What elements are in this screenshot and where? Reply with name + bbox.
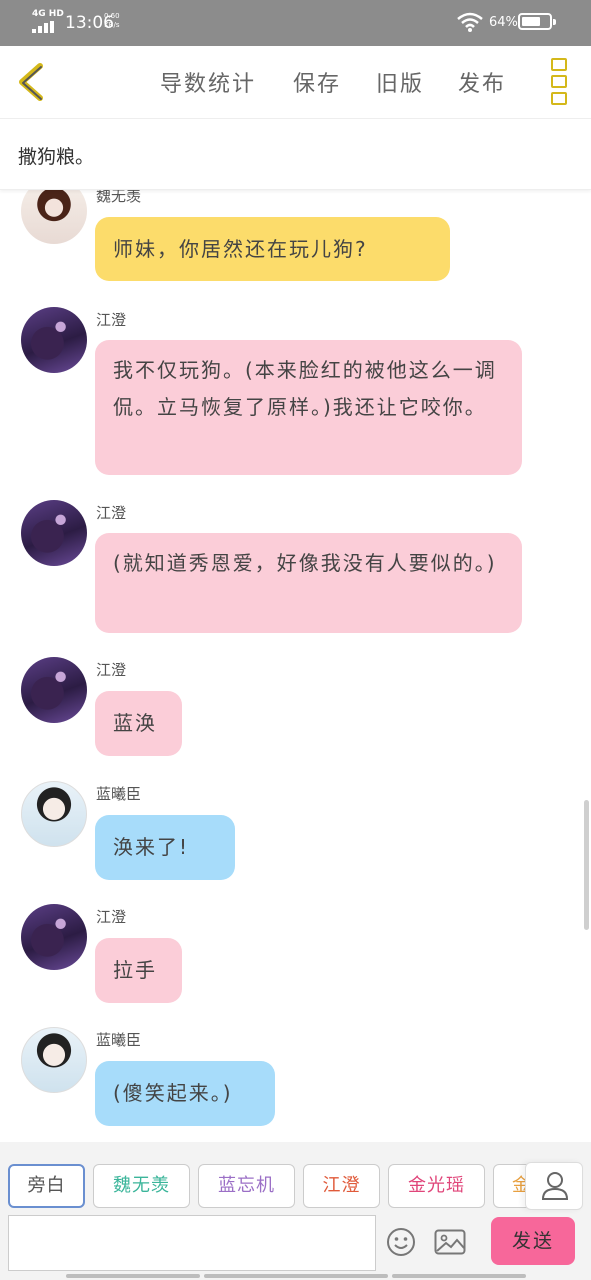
role-tab-label: 魏无羡: [113, 1175, 170, 1196]
back-icon[interactable]: [14, 62, 48, 102]
network-speed: 0.60 KB/s: [104, 12, 120, 30]
role-tab-lan-wangji[interactable]: 蓝忘机: [198, 1164, 295, 1208]
network-speed-unit: KB/s: [104, 21, 120, 29]
role-tab-label: 金光瑶: [408, 1175, 465, 1196]
chat-list[interactable]: 魏无羡 师妹，你居然还在玩儿狗? 江澄 我不仅玩狗。(本来脸红的被他这么一调侃。…: [0, 190, 591, 1142]
emoji-icon[interactable]: [386, 1227, 416, 1257]
gesture-bar: [66, 1274, 526, 1278]
send-button[interactable]: 发送: [491, 1217, 575, 1265]
message-bubble[interactable]: 我不仅玩狗。(本来脸红的被他这么一调侃。立马恢复了原样。)我还让它咬你。: [95, 340, 522, 475]
role-tab-wei-wuxian[interactable]: 魏无羡: [93, 1164, 190, 1208]
message-bubble[interactable]: (傻笑起来。): [95, 1061, 275, 1126]
sender-name: 蓝曦臣: [96, 1031, 142, 1049]
role-tab-jin-guangyao[interactable]: 金光瑶: [388, 1164, 485, 1208]
nav-stats-link[interactable]: 导数统计: [160, 66, 256, 98]
status-bar: 4G HD 13:06 0.60 KB/s 64%: [0, 0, 591, 46]
battery-icon: [518, 13, 556, 30]
chat-scrollbar[interactable]: [584, 800, 589, 930]
avatar[interactable]: [21, 657, 87, 723]
role-tab-label: 江澄: [322, 1175, 361, 1196]
nav-save-link[interactable]: 保存: [293, 66, 341, 98]
sender-name: 蓝曦臣: [96, 785, 142, 803]
nav-old-version-link[interactable]: 旧版: [376, 66, 424, 98]
more-menu-icon[interactable]: [551, 58, 567, 106]
signal-icon: [32, 21, 56, 33]
message-bubble[interactable]: 涣来了!: [95, 815, 235, 880]
composer-panel: 旁白 魏无羡 蓝忘机 江澄 金光瑶 金 发送: [0, 1142, 591, 1280]
message-bubble[interactable]: 蓝涣: [95, 691, 182, 756]
battery-percent: 64%: [489, 15, 518, 30]
add-role-button[interactable]: [525, 1162, 583, 1210]
role-tab-label: 旁白: [27, 1175, 66, 1196]
message-bubble[interactable]: 师妹，你居然还在玩儿狗?: [95, 217, 450, 281]
sender-name: 江澄: [96, 908, 127, 926]
story-title: 撒狗粮。: [18, 146, 95, 168]
user-icon: [541, 1172, 569, 1200]
avatar[interactable]: [21, 500, 87, 566]
message-input[interactable]: [8, 1215, 376, 1271]
sender-name: 江澄: [96, 661, 127, 679]
sender-name: 魏无羡: [96, 190, 142, 205]
image-icon[interactable]: [434, 1229, 466, 1255]
sender-name: 江澄: [96, 504, 127, 522]
wifi-icon: [457, 12, 483, 32]
role-tab-narrator[interactable]: 旁白: [8, 1164, 85, 1208]
top-nav: 导数统计 保存 旧版 发布: [0, 46, 591, 119]
avatar[interactable]: [21, 1027, 87, 1093]
sender-name: 江澄: [96, 311, 127, 329]
message-bubble[interactable]: 拉手: [95, 938, 182, 1003]
avatar[interactable]: [21, 904, 87, 970]
avatar[interactable]: [21, 307, 87, 373]
avatar[interactable]: [21, 190, 87, 244]
role-tab-jiang-cheng[interactable]: 江澄: [303, 1164, 380, 1208]
message-bubble[interactable]: (就知道秀恩爱，好像我没有人要似的。): [95, 533, 522, 633]
network-speed-value: 0.60: [104, 12, 120, 20]
role-tab-label: 蓝忘机: [218, 1175, 275, 1196]
avatar[interactable]: [21, 781, 87, 847]
network-type: 4G HD: [32, 9, 64, 19]
nav-publish-link[interactable]: 发布: [458, 66, 506, 98]
story-title-bar: 撒狗粮。: [0, 119, 591, 190]
